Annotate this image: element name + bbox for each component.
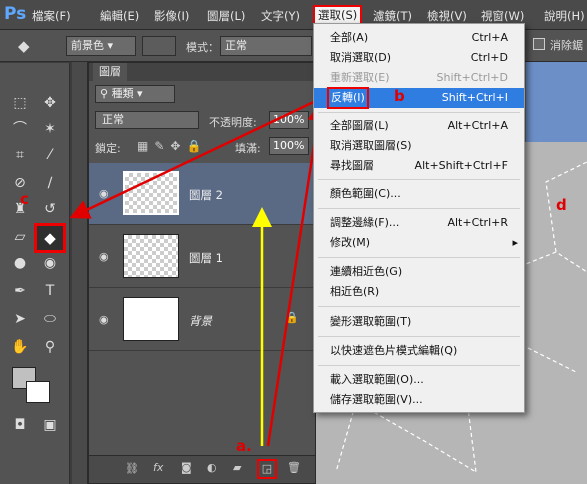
menu-item-modify[interactable]: 修改(M) ▸ <box>314 233 524 253</box>
menu-item-transform-selection[interactable]: 變形選取範圍(T) <box>314 312 524 332</box>
menu-separator <box>318 179 520 180</box>
menu-item-all-layers[interactable]: 全部圖層(L) Alt+Ctrl+A <box>314 116 524 136</box>
menu-separator <box>318 208 520 209</box>
menu-item-find-layers[interactable]: 尋找圖層 Alt+Shift+Ctrl+F <box>314 156 524 176</box>
select-menu-dropdown: 全部(A) Ctrl+A 取消選取(D) Ctrl+D 重新選取(E) Shift+C… <box>313 23 525 413</box>
menu-item-refine-edge[interactable]: 調整邊緣(F)... Alt+Ctrl+R <box>314 213 524 233</box>
menu-item-inverse[interactable]: 反轉(I) Shift+Ctrl+I <box>314 87 524 109</box>
menu-item-reselect: 重新選取(E) Shift+Ctrl+D <box>330 71 508 84</box>
menu-separator <box>318 306 520 307</box>
menu-separator <box>318 365 520 366</box>
menu-separator <box>318 257 520 258</box>
annotation-b: b <box>394 87 405 105</box>
menu-item-deselect[interactable]: 取消選取(D) Ctrl+D <box>314 48 524 68</box>
menu-item-quick-mask[interactable]: 以快速遮色片模式編輯(Q) <box>314 341 524 361</box>
red-arrow-to-bucket <box>69 96 323 219</box>
menu-item-save-selection[interactable]: 儲存選取範圍(V)... <box>314 390 524 410</box>
menu-item-grow[interactable]: 連續相近色(G) <box>314 262 524 282</box>
submenu-arrow-icon: ▸ <box>512 236 518 249</box>
menu-item-color-range[interactable]: 顏色範圍(C)... <box>314 184 524 204</box>
menu-item-all[interactable]: 全部(A) Ctrl+A <box>314 28 524 48</box>
menu-item-similar[interactable]: 相近色(R) <box>314 282 524 302</box>
menu-separator <box>318 112 520 113</box>
menu-item-deselect-layers[interactable]: 取消選取圖層(S) <box>314 136 524 156</box>
menu-separator <box>318 336 520 337</box>
menu-item-load-selection[interactable]: 載入選取範圍(O)... <box>314 370 524 390</box>
